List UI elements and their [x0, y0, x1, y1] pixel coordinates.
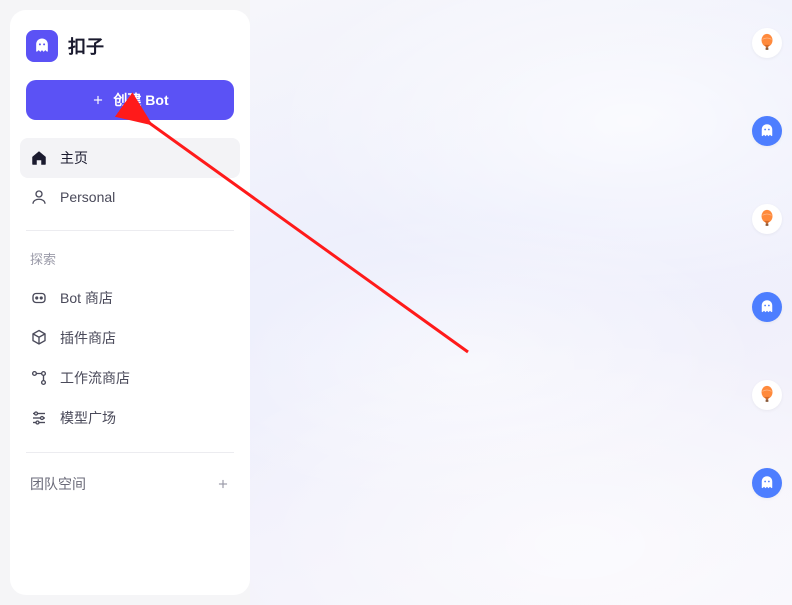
- rail-avatar-bot[interactable]: [752, 116, 782, 146]
- rail-avatar-bot[interactable]: [752, 292, 782, 322]
- sidebar-item-workflow-store[interactable]: 工作流商店: [20, 358, 240, 398]
- sidebar-item-bot-store[interactable]: Bot 商店: [20, 278, 240, 318]
- plus-icon: [91, 93, 105, 107]
- team-space-row: 团队空间: [20, 467, 240, 501]
- sidebar-item-label: 模型广场: [60, 408, 116, 428]
- sidebar-item-model-plaza[interactable]: 模型广场: [20, 398, 240, 438]
- rail-avatar-balloon[interactable]: [752, 204, 782, 234]
- sliders-icon: [30, 409, 48, 427]
- sidebar-item-label: Bot 商店: [60, 288, 113, 308]
- create-bot-label: 创建 Bot: [113, 90, 168, 110]
- sidebar: 扣子 创建 Bot 主页 Personal 探索: [10, 10, 250, 595]
- rail-avatar-balloon[interactable]: [752, 28, 782, 58]
- sidebar-item-label: 主页: [60, 148, 88, 168]
- sidebar-item-home[interactable]: 主页: [20, 138, 240, 178]
- explore-section-label: 探索: [20, 245, 240, 278]
- sidebar-item-personal[interactable]: Personal: [20, 178, 240, 216]
- team-space-label: 团队空间: [30, 474, 86, 494]
- rail-avatar-bot[interactable]: [752, 468, 782, 498]
- rail-avatar-balloon[interactable]: [752, 380, 782, 410]
- ghost-icon: [758, 474, 776, 492]
- bot-icon: [30, 289, 48, 307]
- divider: [26, 452, 234, 453]
- main-content: [250, 0, 792, 605]
- add-team-space-button[interactable]: [212, 473, 234, 495]
- workflow-icon: [30, 369, 48, 387]
- divider: [26, 230, 234, 231]
- home-icon: [30, 149, 48, 167]
- sidebar-item-label: 插件商店: [60, 328, 116, 348]
- user-icon: [30, 188, 48, 206]
- sidebar-item-plugin-store[interactable]: 插件商店: [20, 318, 240, 358]
- balloon-icon: [756, 32, 778, 54]
- brand-logo: [26, 30, 58, 62]
- right-rail: [742, 0, 792, 605]
- ghost-icon: [32, 36, 52, 56]
- sidebar-item-label: 工作流商店: [60, 368, 130, 388]
- plus-icon: [216, 477, 230, 491]
- ghost-icon: [758, 122, 776, 140]
- brand-name: 扣子: [68, 33, 104, 59]
- ghost-icon: [758, 298, 776, 316]
- sidebar-item-label: Personal: [60, 189, 115, 205]
- balloon-icon: [756, 384, 778, 406]
- brand: 扣子: [20, 26, 240, 80]
- balloon-icon: [756, 208, 778, 230]
- create-bot-button[interactable]: 创建 Bot: [26, 80, 234, 120]
- cube-icon: [30, 329, 48, 347]
